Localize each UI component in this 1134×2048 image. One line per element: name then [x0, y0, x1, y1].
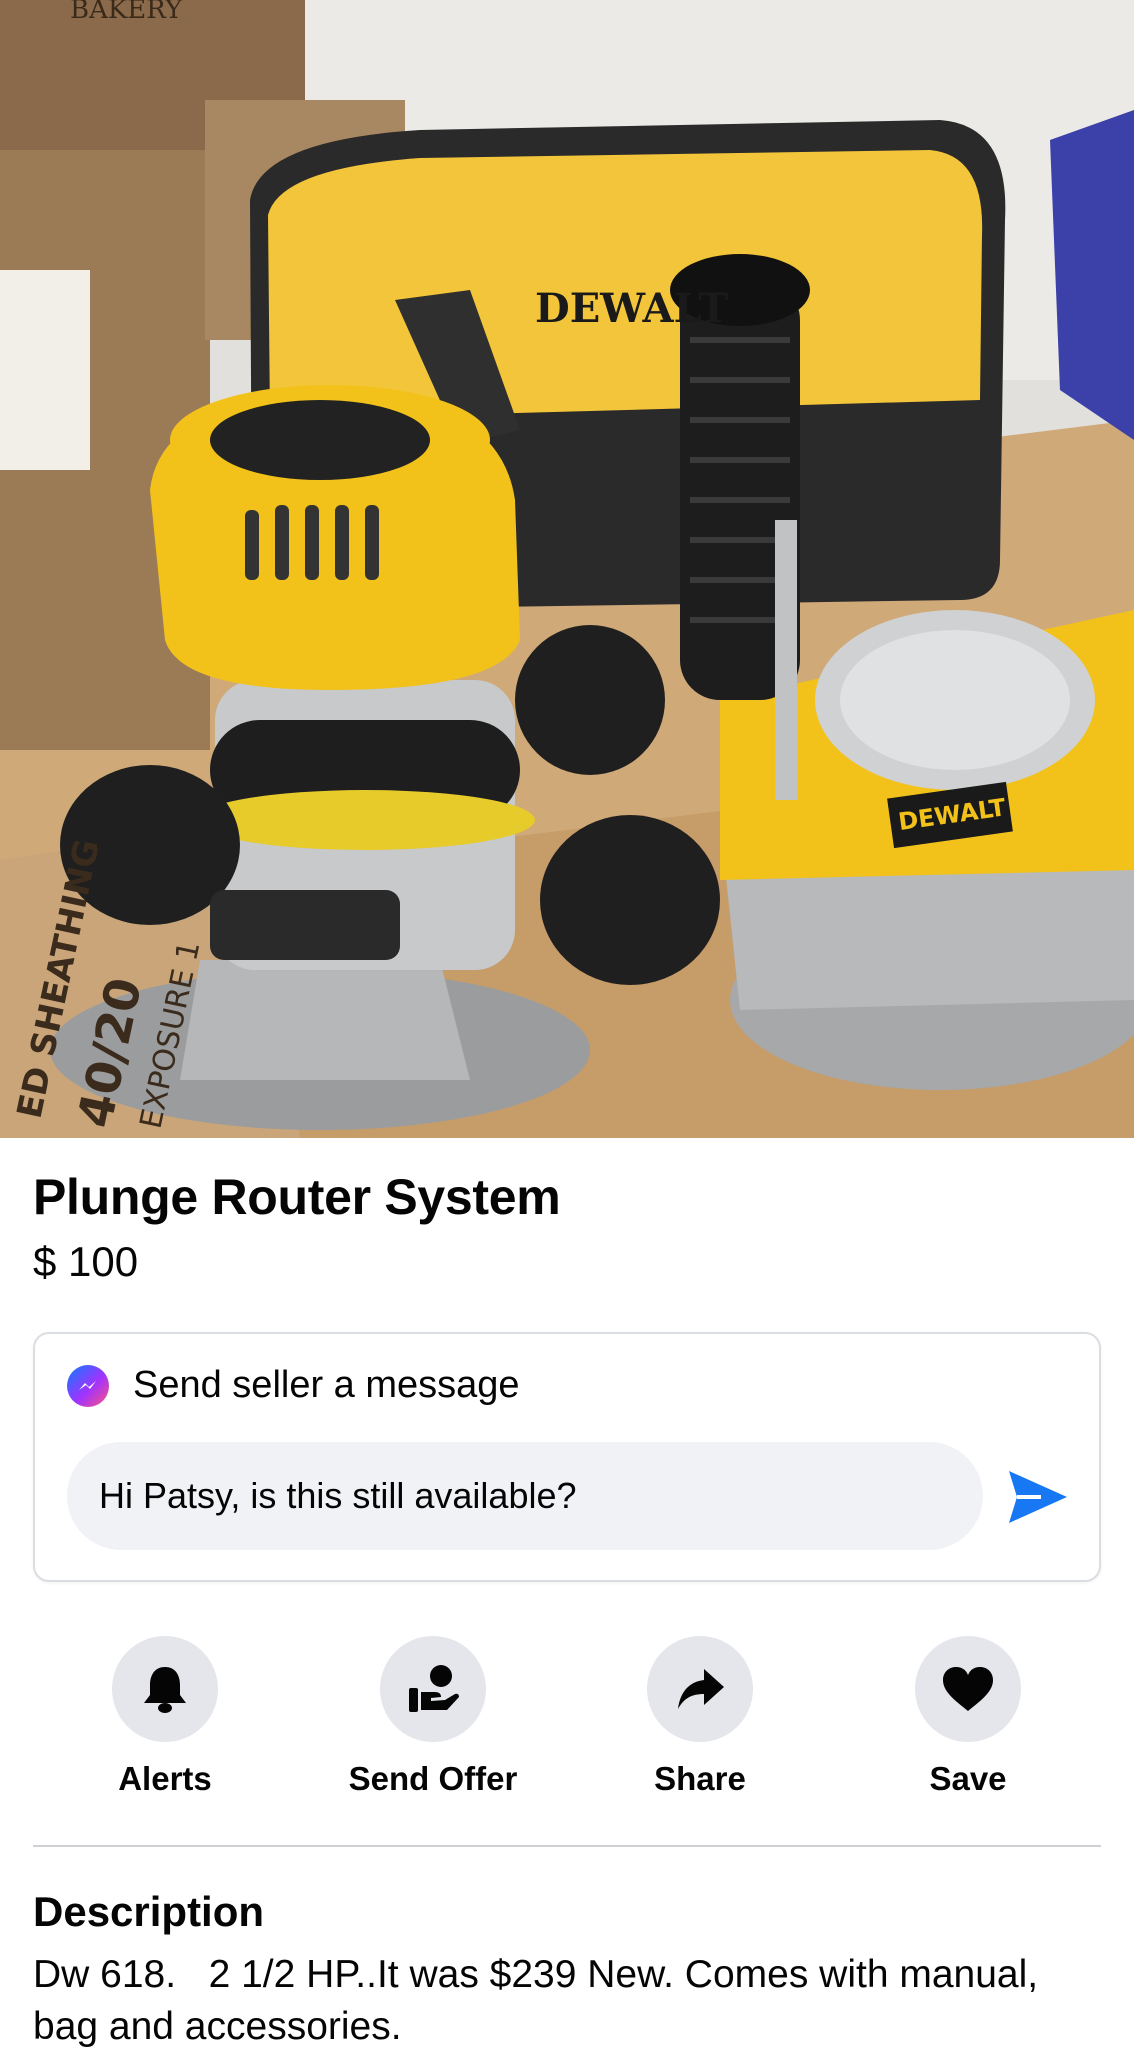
photo-box-text: BAKERY [70, 0, 183, 25]
send-offer-circle[interactable] [380, 1636, 486, 1742]
share-label: Share [654, 1760, 746, 1797]
alerts-circle[interactable] [112, 1636, 218, 1742]
message-card-header: Send seller a message [67, 1364, 520, 1407]
message-card-title: Send seller a message [133, 1364, 520, 1406]
photo-brand-label-bag: DEWALT [535, 285, 728, 332]
listing-photo[interactable]: DEWALT DEWALT BAKERY ED SHEATHING 40/20 … [0, 0, 1134, 1138]
alerts-button[interactable]: Alerts [65, 1636, 265, 1798]
share-arrow-icon [678, 1669, 724, 1709]
message-input[interactable] [67, 1442, 983, 1550]
save-label: Save [929, 1760, 1007, 1797]
description-heading: Description [33, 1888, 265, 1935]
heart-icon [943, 1667, 993, 1711]
share-button[interactable]: Share [600, 1636, 800, 1798]
bell-icon [144, 1667, 186, 1713]
send-arrow-icon [1009, 1471, 1067, 1523]
section-divider [33, 1845, 1101, 1847]
save-circle[interactable] [915, 1636, 1021, 1742]
send-offer-label: Send Offer [348, 1760, 518, 1797]
listing-title: Plunge Router System [33, 1169, 561, 1225]
description-text: Dw 618. 2 1/2 HP..It was $239 New. Comes… [33, 1953, 1049, 2048]
listing-actions: Alerts Send Offer Share Save [33, 1636, 1101, 1806]
listing-price: $ 100 [33, 1238, 139, 1285]
send-offer-button[interactable]: Send Offer [333, 1636, 533, 1798]
messenger-icon [67, 1364, 109, 1407]
save-button[interactable]: Save [868, 1636, 1068, 1798]
message-seller-card: Send seller a message [33, 1332, 1101, 1582]
share-circle[interactable] [647, 1636, 753, 1742]
send-message-button[interactable] [1003, 1462, 1073, 1532]
offer-hand-icon [409, 1665, 459, 1712]
alerts-label: Alerts [118, 1760, 212, 1797]
